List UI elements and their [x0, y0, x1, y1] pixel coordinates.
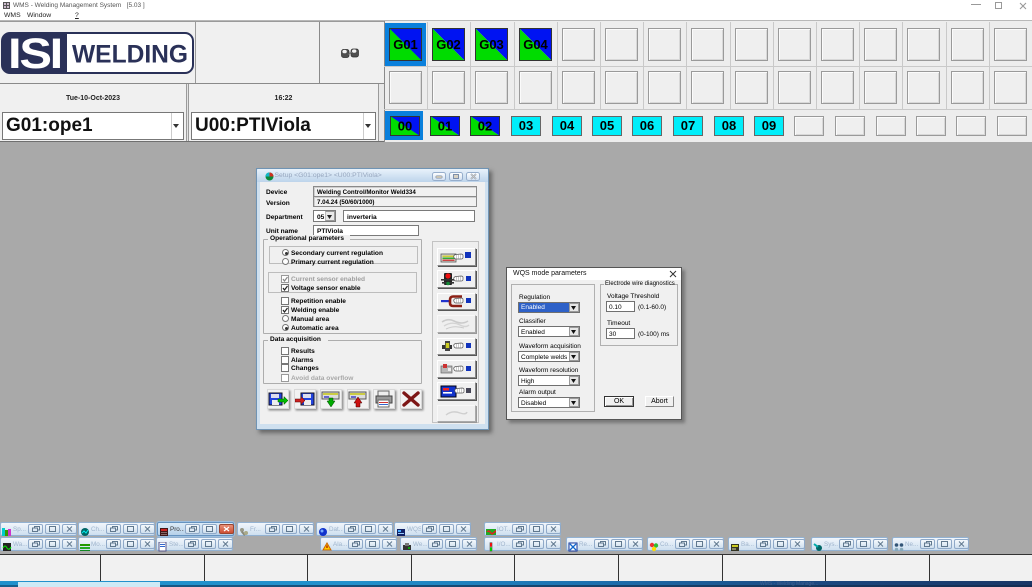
svg-text:WELDING: WELDING	[72, 41, 188, 69]
svg-text:G04: G04	[523, 37, 548, 52]
svg-text:ISI: ISI	[8, 32, 61, 74]
svg-text:01: 01	[438, 118, 452, 133]
svg-text:G02: G02	[436, 37, 461, 52]
svg-text:02: 02	[478, 118, 492, 133]
svg-text:G03: G03	[479, 37, 504, 52]
svg-text:G01: G01	[393, 37, 418, 52]
svg-text:00: 00	[398, 118, 412, 133]
